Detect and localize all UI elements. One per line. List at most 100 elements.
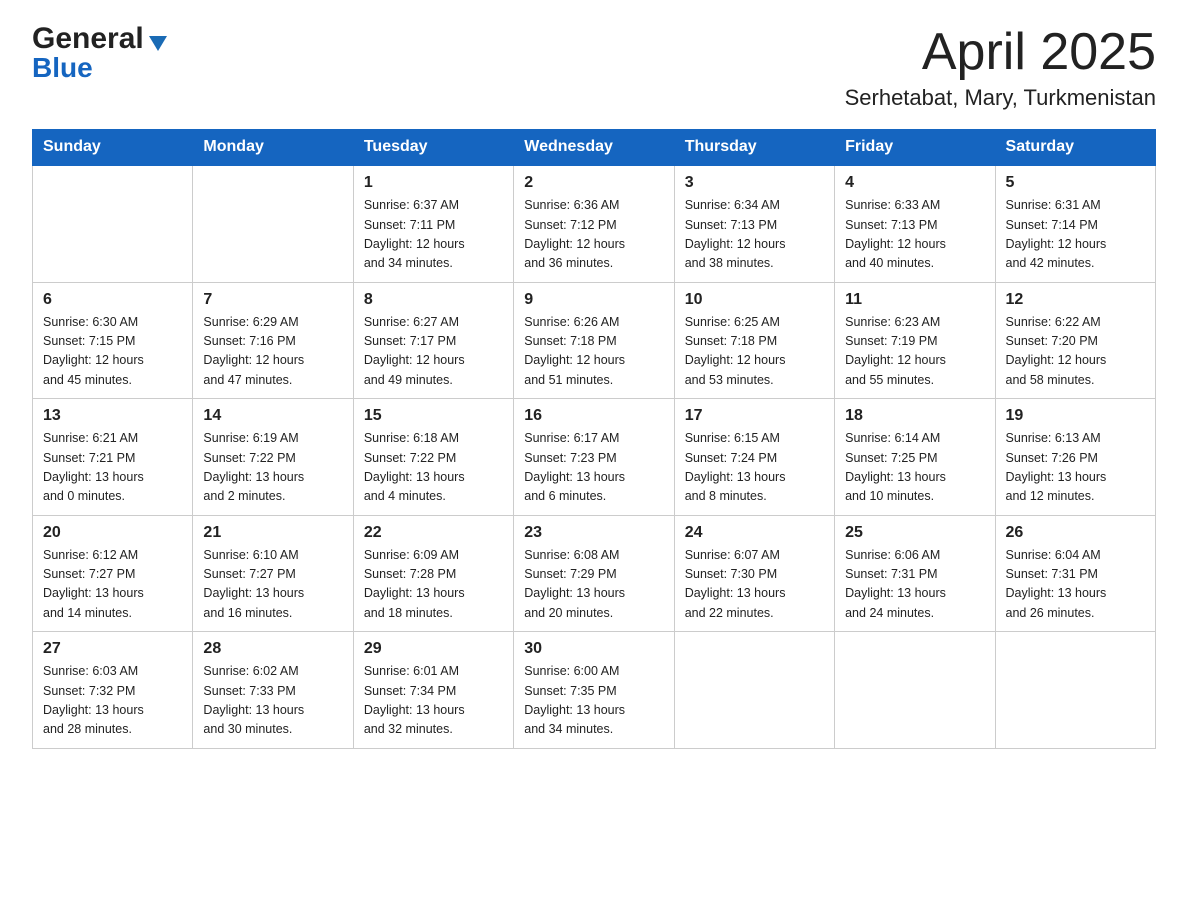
table-row: 27Sunrise: 6:03 AMSunset: 7:32 PMDayligh… xyxy=(33,632,193,749)
day-number: 1 xyxy=(364,174,503,192)
table-row: 5 Sunrise: 6:31 AMSunset: 7:14 PMDaylight… xyxy=(995,165,1155,282)
day-number: 23 xyxy=(524,524,663,542)
day-number: 12 xyxy=(1006,291,1145,309)
day-number: 3 xyxy=(685,174,824,192)
day-number: 25 xyxy=(845,524,984,542)
col-monday: Monday xyxy=(193,130,353,166)
day-number: 9 xyxy=(524,291,663,309)
table-row: 20 Sunrise: 6:12 AMSunset: 7:27 PMDayligh… xyxy=(33,515,193,632)
day-info: Sunrise: 6:26 AMSunset: 7:18 PMDaylight:… xyxy=(524,313,663,391)
table-row: 26 Sunrise: 6:04 AMSunset: 7:31 PMDayligh… xyxy=(995,515,1155,632)
table-row: 15Sunrise: 6:18 AMSunset: 7:22 PMDayligh… xyxy=(353,399,513,516)
day-number: 17 xyxy=(685,407,824,425)
day-number: 28 xyxy=(203,640,342,658)
day-info: Sunrise: 6:21 AMSunset: 7:21 PMDaylight:… xyxy=(43,429,182,507)
table-row: 12 Sunrise: 6:22 AMSunset: 7:20 PMDayligh… xyxy=(995,282,1155,399)
col-tuesday: Tuesday xyxy=(353,130,513,166)
table-row: 3 Sunrise: 6:34 AMSunset: 7:13 PMDaylight… xyxy=(674,165,834,282)
day-info: Sunrise: 6:29 AMSunset: 7:16 PMDaylight:… xyxy=(203,313,342,391)
day-info: Sunrise: 6:04 AMSunset: 7:31 PMDaylight:… xyxy=(1006,546,1145,624)
table-row: 21Sunrise: 6:10 AMSunset: 7:27 PMDayligh… xyxy=(193,515,353,632)
calendar-week-row: 1 Sunrise: 6:37 AMSunset: 7:11 PMDaylight… xyxy=(33,165,1156,282)
logo-blue-text: Blue xyxy=(32,54,93,82)
col-saturday: Saturday xyxy=(995,130,1155,166)
table-row: 9 Sunrise: 6:26 AMSunset: 7:18 PMDaylight… xyxy=(514,282,674,399)
day-info: Sunrise: 6:34 AMSunset: 7:13 PMDaylight:… xyxy=(685,196,824,274)
day-number: 21 xyxy=(203,524,342,542)
day-number: 13 xyxy=(43,407,182,425)
day-info: Sunrise: 6:36 AMSunset: 7:12 PMDaylight:… xyxy=(524,196,663,274)
day-info: Sunrise: 6:37 AMSunset: 7:11 PMDaylight:… xyxy=(364,196,503,274)
day-number: 14 xyxy=(203,407,342,425)
logo-line1: General xyxy=(32,24,167,54)
col-friday: Friday xyxy=(835,130,995,166)
logo: General Blue xyxy=(32,24,167,82)
table-row xyxy=(674,632,834,749)
table-row: 19 Sunrise: 6:13 AMSunset: 7:26 PMDayligh… xyxy=(995,399,1155,516)
day-number: 24 xyxy=(685,524,824,542)
calendar-week-row: 27Sunrise: 6:03 AMSunset: 7:32 PMDayligh… xyxy=(33,632,1156,749)
calendar-week-row: 20 Sunrise: 6:12 AMSunset: 7:27 PMDayligh… xyxy=(33,515,1156,632)
day-info: Sunrise: 6:03 AMSunset: 7:32 PMDaylight:… xyxy=(43,662,182,740)
day-info: Sunrise: 6:07 AMSunset: 7:30 PMDaylight:… xyxy=(685,546,824,624)
day-info: Sunrise: 6:02 AMSunset: 7:33 PMDaylight:… xyxy=(203,662,342,740)
table-row xyxy=(193,165,353,282)
col-sunday: Sunday xyxy=(33,130,193,166)
col-thursday: Thursday xyxy=(674,130,834,166)
day-info: Sunrise: 6:19 AMSunset: 7:22 PMDaylight:… xyxy=(203,429,342,507)
table-row: 11Sunrise: 6:23 AMSunset: 7:19 PMDayligh… xyxy=(835,282,995,399)
table-row xyxy=(33,165,193,282)
day-number: 20 xyxy=(43,524,182,542)
day-info: Sunrise: 6:13 AMSunset: 7:26 PMDaylight:… xyxy=(1006,429,1145,507)
table-row: 17 Sunrise: 6:15 AMSunset: 7:24 PMDayligh… xyxy=(674,399,834,516)
day-number: 5 xyxy=(1006,174,1145,192)
day-number: 29 xyxy=(364,640,503,658)
day-number: 10 xyxy=(685,291,824,309)
table-row: 28 Sunrise: 6:02 AMSunset: 7:33 PMDayligh… xyxy=(193,632,353,749)
day-number: 22 xyxy=(364,524,503,542)
day-number: 26 xyxy=(1006,524,1145,542)
day-info: Sunrise: 6:27 AMSunset: 7:17 PMDaylight:… xyxy=(364,313,503,391)
table-row xyxy=(995,632,1155,749)
day-info: Sunrise: 6:25 AMSunset: 7:18 PMDaylight:… xyxy=(685,313,824,391)
table-row: 8 Sunrise: 6:27 AMSunset: 7:17 PMDaylight… xyxy=(353,282,513,399)
day-info: Sunrise: 6:09 AMSunset: 7:28 PMDaylight:… xyxy=(364,546,503,624)
day-info: Sunrise: 6:15 AMSunset: 7:24 PMDaylight:… xyxy=(685,429,824,507)
table-row: 13 Sunrise: 6:21 AMSunset: 7:21 PMDayligh… xyxy=(33,399,193,516)
day-info: Sunrise: 6:22 AMSunset: 7:20 PMDaylight:… xyxy=(1006,313,1145,391)
table-row: 22 Sunrise: 6:09 AMSunset: 7:28 PMDayligh… xyxy=(353,515,513,632)
day-info: Sunrise: 6:12 AMSunset: 7:27 PMDaylight:… xyxy=(43,546,182,624)
day-info: Sunrise: 6:14 AMSunset: 7:25 PMDaylight:… xyxy=(845,429,984,507)
table-row: 29 Sunrise: 6:01 AMSunset: 7:34 PMDayligh… xyxy=(353,632,513,749)
day-info: Sunrise: 6:31 AMSunset: 7:14 PMDaylight:… xyxy=(1006,196,1145,274)
day-number: 16 xyxy=(524,407,663,425)
table-row: 16 Sunrise: 6:17 AMSunset: 7:23 PMDayligh… xyxy=(514,399,674,516)
table-row: 30 Sunrise: 6:00 AMSunset: 7:35 PMDayligh… xyxy=(514,632,674,749)
page-header: General Blue April 2025 Serhetabat, Mary… xyxy=(32,24,1156,111)
col-wednesday: Wednesday xyxy=(514,130,674,166)
table-row: 6Sunrise: 6:30 AMSunset: 7:15 PMDaylight… xyxy=(33,282,193,399)
title-block: April 2025 Serhetabat, Mary, Turkmenista… xyxy=(845,24,1156,111)
calendar-week-row: 13 Sunrise: 6:21 AMSunset: 7:21 PMDayligh… xyxy=(33,399,1156,516)
table-row xyxy=(835,632,995,749)
day-number: 19 xyxy=(1006,407,1145,425)
day-info: Sunrise: 6:01 AMSunset: 7:34 PMDaylight:… xyxy=(364,662,503,740)
day-number: 8 xyxy=(364,291,503,309)
day-info: Sunrise: 6:17 AMSunset: 7:23 PMDaylight:… xyxy=(524,429,663,507)
day-number: 30 xyxy=(524,640,663,658)
day-number: 4 xyxy=(845,174,984,192)
day-info: Sunrise: 6:33 AMSunset: 7:13 PMDaylight:… xyxy=(845,196,984,274)
table-row: 7Sunrise: 6:29 AMSunset: 7:16 PMDaylight… xyxy=(193,282,353,399)
table-row: 25Sunrise: 6:06 AMSunset: 7:31 PMDayligh… xyxy=(835,515,995,632)
calendar-title: April 2025 xyxy=(845,24,1156,81)
table-row: 2Sunrise: 6:36 AMSunset: 7:12 PMDaylight… xyxy=(514,165,674,282)
day-number: 11 xyxy=(845,291,984,309)
table-row: 18Sunrise: 6:14 AMSunset: 7:25 PMDayligh… xyxy=(835,399,995,516)
day-info: Sunrise: 6:30 AMSunset: 7:15 PMDaylight:… xyxy=(43,313,182,391)
calendar-header-row: Sunday Monday Tuesday Wednesday Thursday… xyxy=(33,130,1156,166)
day-info: Sunrise: 6:00 AMSunset: 7:35 PMDaylight:… xyxy=(524,662,663,740)
logo-arrow-icon xyxy=(149,36,167,51)
table-row: 10 Sunrise: 6:25 AMSunset: 7:18 PMDayligh… xyxy=(674,282,834,399)
day-info: Sunrise: 6:08 AMSunset: 7:29 PMDaylight:… xyxy=(524,546,663,624)
table-row: 1 Sunrise: 6:37 AMSunset: 7:11 PMDaylight… xyxy=(353,165,513,282)
